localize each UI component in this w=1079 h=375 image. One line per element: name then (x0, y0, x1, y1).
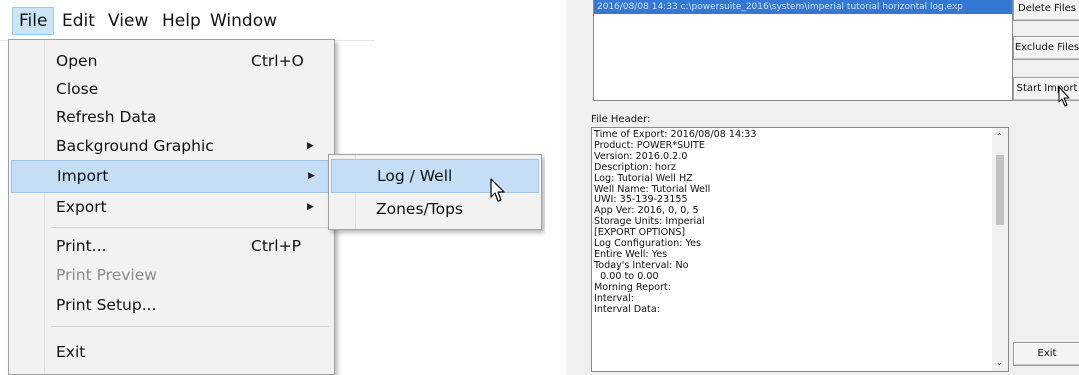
import-dialog: 2016/08/08 14:33 c:\powersuite_2016\syst… (567, 0, 1079, 375)
menu-item-background-graphic[interactable]: Background Graphic ▶ (11, 131, 330, 162)
exclude-files-button[interactable]: Exclude Files (1013, 36, 1079, 60)
submenu-arrow-icon: ▶ (308, 171, 315, 181)
mouse-pointer-icon (490, 178, 505, 202)
menu-file[interactable]: File (12, 7, 55, 35)
menu-separator (51, 227, 329, 228)
menu-item-export[interactable]: Export ▶ (11, 192, 330, 223)
menu-separator (51, 326, 329, 327)
menu-edit[interactable]: Edit (56, 8, 101, 34)
file-header-text: Time of Export: 2016/08/08 14:33 Product… (594, 129, 757, 315)
submenu-arrow-icon: ▶ (307, 141, 314, 151)
menu-item-shortcut: Ctrl+P (251, 237, 301, 255)
menu-item-shortcut: Ctrl+O (251, 52, 304, 70)
menu-item-refresh-data[interactable]: Refresh Data (11, 102, 330, 133)
file-menu-dropdown: Open Ctrl+O Close Refresh Data Backgroun… (8, 39, 335, 375)
menu-screenshot: File Edit View Help Window Open Ctrl+O C… (0, 0, 545, 375)
scroll-down-icon[interactable]: ⌄ (996, 358, 1003, 367)
exit-button[interactable]: Exit (1013, 342, 1079, 366)
menu-item-exit[interactable]: Exit (11, 337, 330, 368)
menu-item-import[interactable]: Import ▶ (11, 160, 332, 193)
menu-help[interactable]: Help (156, 8, 207, 34)
file-list-row-selected[interactable]: 2016/08/08 14:33 c:\powersuite_2016\syst… (594, 0, 1012, 14)
menu-window[interactable]: Window (204, 8, 283, 34)
import-submenu: Log / Well Zones/Tops (328, 154, 542, 230)
menu-item-label: Exit (56, 343, 86, 361)
submenu-arrow-icon: ▶ (307, 202, 314, 212)
menu-item-open[interactable]: Open Ctrl+O (11, 46, 330, 77)
menu-item-close[interactable]: Close (11, 74, 330, 105)
file-list[interactable]: 2016/08/08 14:33 c:\powersuite_2016\syst… (593, 0, 1013, 101)
menu-item-print-preview: Print Preview (11, 260, 330, 291)
menu-item-label: Export (56, 198, 107, 216)
mouse-pointer-icon (1058, 86, 1070, 107)
menu-item-label: Zones/Tops (376, 200, 463, 218)
menu-item-label: Log / Well (377, 167, 453, 185)
file-header-textbox[interactable]: Time of Export: 2016/08/08 14:33 Product… (591, 127, 1009, 372)
menu-item-label: Close (56, 80, 99, 98)
menu-view[interactable]: View (102, 8, 154, 34)
menu-item-label: Print... (56, 237, 107, 255)
delete-files-button[interactable]: Delete Files (1013, 0, 1079, 21)
menu-item-label: Background Graphic (56, 137, 214, 155)
menu-item-label: Print Preview (56, 266, 157, 284)
menu-item-label: Open (56, 52, 98, 70)
menu-item-label: Print Setup... (56, 296, 157, 314)
file-header-label: File Header: (591, 114, 651, 125)
menu-item-print[interactable]: Print... Ctrl+P (11, 231, 330, 262)
menu-bar: File Edit View Help Window (0, 0, 375, 41)
vertical-scrollbar[interactable]: ⌃ ⌄ (992, 128, 1008, 371)
scrollbar-thumb[interactable] (996, 155, 1004, 225)
scroll-up-icon[interactable]: ⌃ (996, 132, 1003, 141)
menu-item-label: Import (57, 167, 109, 185)
menu-item-label: Refresh Data (56, 108, 157, 126)
menu-item-print-setup[interactable]: Print Setup... (11, 290, 330, 321)
